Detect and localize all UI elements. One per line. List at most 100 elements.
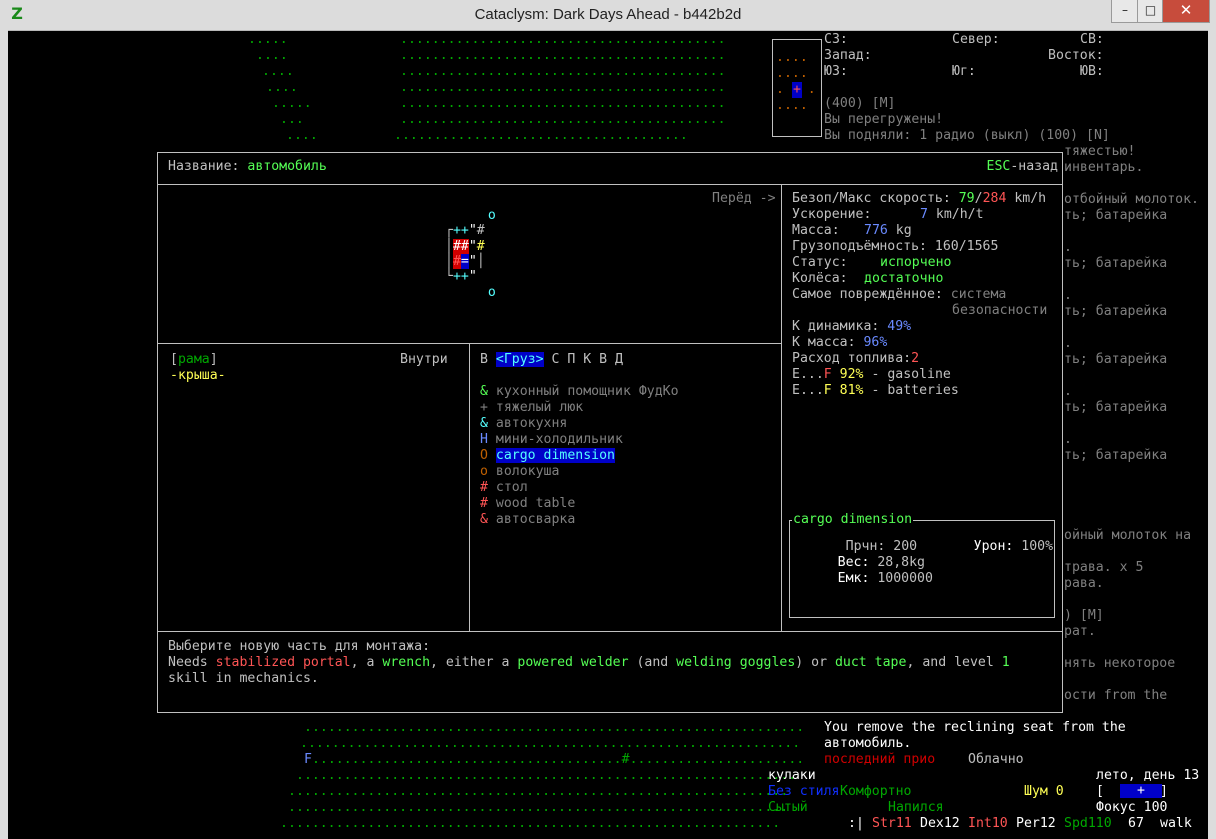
tab-first[interactable]: В	[480, 352, 488, 367]
message-fragment: тяжестью!	[1064, 144, 1136, 159]
window-frame-left	[0, 30, 8, 839]
stat-str: Str11	[872, 816, 912, 831]
map-row: ........................................…	[296, 768, 797, 783]
stats-divider	[781, 184, 782, 631]
part-frame[interactable]: [рама]	[170, 352, 218, 368]
vehicle-name: Название: автомобиль	[168, 159, 327, 174]
stat-speed: Безоп/Макс скорость: 79/284 km/h	[792, 191, 1047, 206]
part-roof[interactable]: -крыша-	[170, 368, 226, 384]
map-row: ........................................…	[300, 736, 801, 751]
map-row: ....	[256, 48, 288, 63]
stat-accel: Ускорение:	[792, 207, 872, 222]
esc-back[interactable]: ESC-назад	[987, 159, 1058, 175]
map-row: .....................................	[394, 128, 688, 143]
minimap-row: ....	[776, 50, 808, 65]
minimap-row: ....	[776, 66, 808, 81]
move-mode: walk	[1160, 816, 1192, 831]
requirement-skill: skill in mechanics.	[168, 671, 319, 686]
compass-s: Юг:	[952, 64, 976, 79]
message-fragment: .	[1064, 240, 1072, 255]
fuel-tank-gasoline: E...F 92% - gasoline	[792, 367, 951, 382]
map-row: ........................................…	[280, 816, 781, 831]
stat-int: Int10	[968, 816, 1008, 831]
map-row: ........................................…	[400, 48, 726, 63]
list-divider	[469, 343, 470, 631]
tab-cargo[interactable]: <Груз>	[495, 352, 544, 367]
player-marker: +	[792, 82, 802, 98]
minimap: .... .... . . . .... +	[772, 39, 822, 137]
list-item[interactable]: H мини-холодильник	[480, 432, 623, 448]
fuel-tank-batteries: E...F 81% - batteries	[792, 383, 959, 398]
noise: Шум 0	[1024, 784, 1064, 799]
stat-fuel-use: Расход топлива:2	[792, 351, 920, 366]
stat-mass: Масса:	[792, 223, 840, 238]
tab-others[interactable]: С П К В Д	[552, 352, 623, 367]
map-row: ........................................…	[304, 720, 805, 735]
vehicle-wheel: o	[472, 208, 496, 223]
vehicle-row: │#="│	[445, 254, 485, 269]
list-item[interactable]: # wood table	[480, 496, 575, 512]
list-item[interactable]: & автосварка	[480, 512, 575, 528]
message-fragment: рава.	[1064, 576, 1104, 591]
map-row: F.......................................…	[304, 752, 805, 767]
map-row: ........................................…	[400, 64, 726, 79]
window-title: Cataclysm: Dark Days Ahead - b442b2d	[474, 6, 742, 23]
map-row: ........................................…	[288, 784, 789, 799]
map-row: .....	[248, 32, 288, 47]
message-fragment: ть; батарейка	[1064, 304, 1168, 319]
compass-e: Восток:	[1048, 48, 1104, 63]
list-item-selected[interactable]: O cargo dimension	[480, 448, 615, 464]
forward-indicator: Перёд ->	[712, 191, 776, 206]
message-fragment: ть; батарейка	[1064, 208, 1168, 223]
map-row: ....	[286, 128, 318, 143]
message-fragment: инвентарь.	[1064, 160, 1144, 175]
header-divider	[158, 184, 1062, 185]
message-fragment: .	[1064, 336, 1072, 351]
stat-status-value: испорчено	[880, 255, 952, 270]
stat-status: Статус:	[792, 255, 848, 270]
stat-mass-value: 776 kg	[864, 223, 912, 238]
message-fragment: .	[1064, 384, 1072, 399]
weather: Облачно	[968, 752, 1024, 767]
compass-ne: СВ:	[1080, 32, 1104, 47]
stat-damaged-value: безопасности	[952, 303, 1048, 318]
list-item[interactable]: & кухонный помощник ФудКо	[480, 384, 679, 400]
vehicle-row: ┌++"#	[445, 223, 485, 238]
stat-damaged: Самое повреждённое: система	[792, 287, 1007, 302]
weapon: кулаки	[768, 768, 816, 783]
stat-kdyn: К динамика: 49%	[792, 319, 912, 334]
maximize-button[interactable]: □	[1137, 0, 1164, 23]
list-item[interactable]: + тяжелый люк	[480, 400, 583, 416]
map-row: ....	[262, 64, 294, 79]
window-titlebar: Z Cataclysm: Dark Days Ahead - b442b2d –…	[0, 0, 1216, 31]
map-row: ........................................…	[400, 32, 726, 47]
compass-nw: СЗ:	[824, 32, 848, 47]
comfort: Комфортно	[840, 784, 912, 799]
message-fragment: ть; батарейка	[1064, 400, 1168, 415]
message-fragment: ть; батарейка	[1064, 352, 1168, 367]
tab-bar[interactable]: В <Груз> С П К В Д	[480, 352, 623, 368]
close-button[interactable]: ✕	[1162, 0, 1210, 23]
map-row: ........................................…	[400, 80, 726, 95]
stat-kmass: К масса: 96%	[792, 335, 888, 350]
thirst: Напился	[888, 800, 944, 815]
map-row: ........................................…	[400, 112, 726, 127]
compass-se: ЮВ:	[1080, 64, 1104, 79]
message-line: (400) [M]	[824, 96, 896, 111]
part-detail-box: Прчн: 200 Урон: 100% Вес: 28,8kg Емк: 10…	[789, 520, 1055, 618]
esc-key: ESC	[986, 159, 1011, 174]
list-item[interactable]: & автокухня	[480, 416, 567, 432]
vehicle-wheel: o	[472, 285, 496, 300]
map-row: ........................................…	[288, 800, 789, 815]
minimize-button[interactable]: –	[1111, 0, 1139, 23]
fuel-bracket-right: ]	[1160, 784, 1168, 799]
map-row: .....	[272, 96, 312, 111]
part-detail-title: cargo dimension	[792, 512, 914, 528]
list-item[interactable]: o волокуша	[480, 464, 559, 480]
stat-cargo: Грузоподъёмность: 160/1565	[792, 239, 999, 254]
vehicle-name-value: автомобиль	[247, 159, 327, 174]
message-fragment: ть; батарейка	[1064, 256, 1168, 271]
message-line: автомобиль.	[824, 736, 912, 751]
list-item[interactable]: # стол	[480, 480, 528, 496]
move-cost: 67	[1128, 816, 1144, 831]
